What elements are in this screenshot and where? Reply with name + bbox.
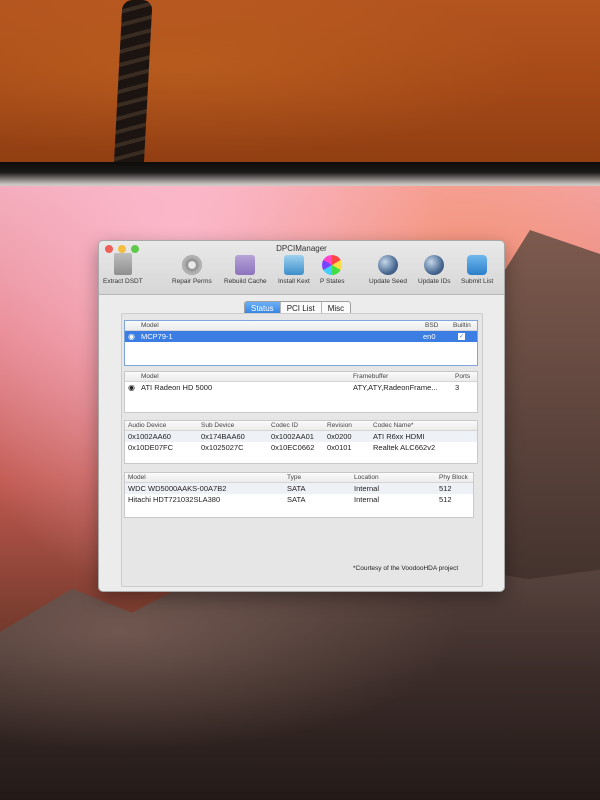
table-row[interactable]: 0x10DE07FC 0x1025027C 0x10EC0662 0x0101 … — [125, 442, 477, 453]
extract-dsdt-label: Extract DSDT — [103, 278, 143, 285]
audio-subdevice-cell: 0x174BAA60 — [201, 432, 245, 441]
dpcimanager-window: DPCIManager Extract DSDT Repair Perms Re… — [98, 240, 505, 592]
globe-icon — [377, 255, 398, 275]
rebuild-cache-label: Rebuild Cache — [224, 278, 267, 285]
graphics-table[interactable]: Model Framebuffer Ports ◉ ATI Radeon HD … — [124, 371, 478, 413]
audio-subdevice-cell: 0x1025027C — [201, 443, 244, 452]
p-states-button[interactable]: P States — [320, 255, 344, 285]
network-bsd-cell: en0 — [423, 332, 436, 341]
disks-col-type[interactable]: Type — [287, 474, 301, 481]
disk-model-cell: Hitachi HDT721032SLA380 — [128, 495, 221, 504]
graphics-model-cell: ATI Radeon HD 5000 — [141, 383, 213, 392]
disk-type-cell: SATA — [287, 495, 306, 504]
disk-type-cell: SATA — [287, 484, 306, 493]
eye-icon: ◉ — [128, 383, 135, 392]
audio-col-codec-name[interactable]: Codec Name* — [373, 422, 413, 429]
window-title: DPCIManager — [276, 244, 327, 253]
monitor-bezel — [0, 162, 600, 188]
titlebar: DPCIManager Extract DSDT Repair Perms Re… — [99, 241, 504, 295]
extract-dsdt-button[interactable]: Extract DSDT — [103, 253, 143, 285]
audio-col-revision[interactable]: Revision — [327, 422, 352, 429]
disks-col-model[interactable]: Model — [128, 474, 146, 481]
audio-col-device[interactable]: Audio Device — [128, 422, 166, 429]
builtin-checkbox[interactable]: ✓ — [458, 333, 465, 340]
footnote: *Courtesy of the VoodooHDA project — [353, 565, 459, 572]
wallpaper-mountain — [0, 560, 600, 800]
audio-codec-name-cell: ATI R6xx HDMI — [373, 432, 425, 441]
network-model-cell: MCP79-1 — [141, 332, 173, 341]
toolbar: Extract DSDT Repair Perms Rebuild Cache … — [99, 253, 504, 295]
install-kext-button[interactable]: Install Kext — [278, 255, 310, 285]
disk-location-cell: Internal — [354, 495, 380, 504]
graphics-col-model[interactable]: Model — [141, 373, 159, 380]
p-states-label: P States — [320, 278, 345, 285]
submit-list-button[interactable]: Submit List — [461, 255, 493, 285]
network-col-builtin[interactable]: Builtin — [453, 322, 471, 329]
audio-revision-cell: 0x0200 — [327, 432, 352, 441]
network-table-header: Model BSD Builtin — [125, 321, 477, 331]
update-seed-label: Update Seed — [369, 278, 407, 285]
folder-icon — [235, 255, 256, 275]
disks-col-location[interactable]: Location — [354, 474, 379, 481]
table-row[interactable]: ◉ MCP79-1 en0 ✓ — [125, 331, 477, 342]
network-col-model[interactable]: Model — [141, 322, 159, 329]
table-row[interactable]: ◉ ATI Radeon HD 5000 ATY,ATY,RadeonFrame… — [125, 382, 477, 393]
audio-device-cell: 0x1002AA60 — [128, 432, 171, 441]
install-kext-label: Install Kext — [278, 278, 310, 285]
wall-background — [0, 0, 600, 172]
status-panel: Model BSD Builtin ◉ MCP79-1 en0 ✓ Model … — [121, 313, 483, 587]
audio-revision-cell: 0x0101 — [327, 443, 352, 452]
audio-codec-name-cell: Realtek ALC662v2 — [373, 443, 436, 452]
audio-codec-id-cell: 0x1002AA01 — [271, 432, 314, 441]
kext-icon — [283, 255, 304, 275]
update-ids-label: Update IDs — [418, 278, 451, 285]
graphics-framebuffer-cell: ATY,ATY,RadeonFrame... — [353, 383, 438, 392]
repair-perms-button[interactable]: Repair Perms — [172, 255, 212, 285]
gear-icon — [181, 255, 202, 275]
disk-location-cell: Internal — [354, 484, 380, 493]
graphics-table-header: Model Framebuffer Ports — [125, 372, 477, 382]
submit-list-label: Submit List — [461, 278, 494, 285]
graphics-ports-cell: 3 — [455, 383, 460, 392]
document-icon — [113, 253, 132, 275]
disk-phy-block-cell: 512 — [439, 484, 452, 493]
update-seed-button[interactable]: Update Seed — [369, 255, 407, 285]
rebuild-cache-button[interactable]: Rebuild Cache — [224, 255, 267, 285]
graphics-col-framebuffer[interactable]: Framebuffer — [353, 373, 388, 380]
table-row[interactable]: Hitachi HDT721032SLA380 SATA Internal 51… — [125, 494, 473, 505]
disks-col-phy-block[interactable]: Phy Block — [439, 474, 468, 481]
audio-col-codec-id[interactable]: Codec ID — [271, 422, 298, 429]
audio-col-subdevice[interactable]: Sub Device — [201, 422, 234, 429]
graphics-col-ports[interactable]: Ports — [455, 373, 470, 380]
globe-icon — [424, 255, 445, 275]
audio-codec-id-cell: 0x10EC0662 — [271, 443, 315, 452]
disks-table[interactable]: Model Type Location Phy Block WDC WD5000… — [124, 472, 474, 518]
eye-icon: ◉ — [128, 332, 135, 341]
disk-phy-block-cell: 512 — [439, 495, 452, 504]
cloud-icon — [467, 255, 488, 275]
audio-table-header: Audio Device Sub Device Codec ID Revisio… — [125, 421, 477, 431]
audio-device-cell: 0x10DE07FC — [128, 443, 174, 452]
table-row[interactable]: 0x1002AA60 0x174BAA60 0x1002AA01 0x0200 … — [125, 431, 477, 442]
network-table[interactable]: Model BSD Builtin ◉ MCP79-1 en0 ✓ — [124, 320, 478, 366]
color-wheel-icon — [322, 255, 343, 275]
repair-perms-label: Repair Perms — [172, 278, 212, 285]
disk-model-cell: WDC WD5000AAKS-00A7B2 — [128, 484, 227, 493]
audio-table[interactable]: Audio Device Sub Device Codec ID Revisio… — [124, 420, 478, 464]
table-row[interactable]: WDC WD5000AAKS-00A7B2 SATA Internal 512 — [125, 483, 473, 494]
update-ids-button[interactable]: Update IDs — [418, 255, 451, 285]
network-col-bsd[interactable]: BSD — [425, 322, 438, 329]
disks-table-header: Model Type Location Phy Block — [125, 473, 473, 483]
